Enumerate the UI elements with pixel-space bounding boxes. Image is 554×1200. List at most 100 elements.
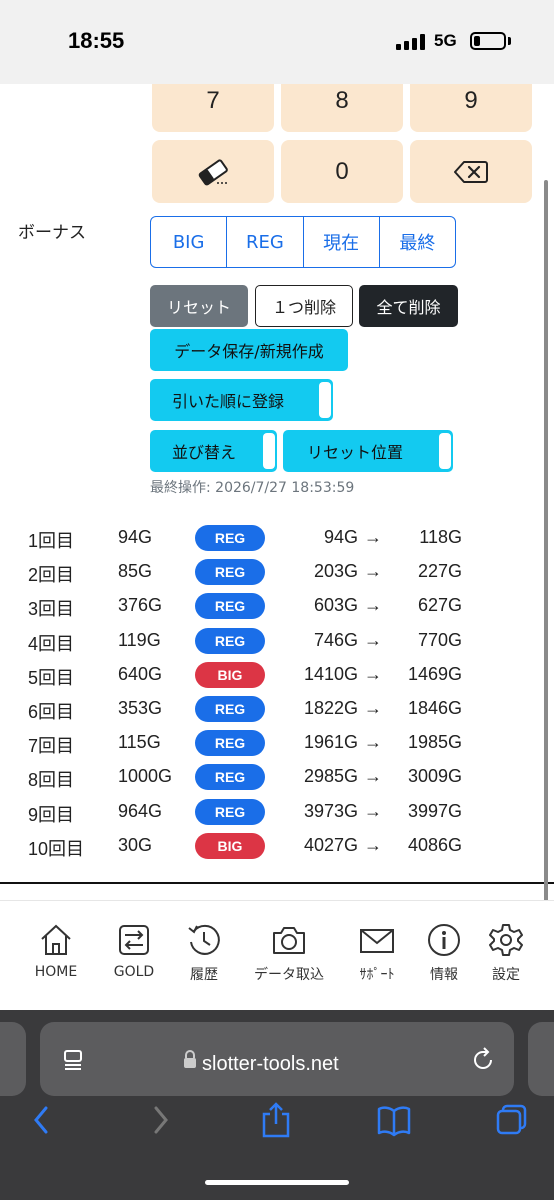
divider	[0, 882, 554, 884]
bonus-count: 5回目	[28, 667, 75, 688]
end-games: 1985G	[407, 732, 462, 753]
bonus-type-badge: BIG	[195, 832, 265, 859]
games-since-last: 115G	[118, 732, 161, 753]
history-row[interactable]: 5回目 640G BIG 1410G → 1469G	[28, 659, 548, 693]
bonus-big-button[interactable]: BIG	[151, 217, 228, 267]
arrow: →	[364, 732, 382, 753]
next-tab-preview[interactable]	[528, 1022, 554, 1096]
key-9[interactable]: 9	[410, 84, 532, 132]
start-games: 1961G	[303, 732, 358, 753]
history-row[interactable]: 6回目 353G REG 1822G → 1846G	[28, 693, 548, 727]
eraser-key[interactable]	[152, 140, 274, 203]
tab-label: データ取込	[254, 967, 324, 983]
start-games: 94G	[323, 527, 358, 547]
key-0[interactable]: 0	[281, 140, 403, 203]
bonus-type-badge: BIG	[195, 661, 265, 688]
arrow: →	[364, 561, 382, 582]
toggle-knob	[439, 433, 451, 469]
tab-label: GOLD	[113, 964, 155, 980]
register-order-toggle[interactable]: 引いた順に登録	[150, 379, 333, 421]
tab-label: ｻﾎﾟｰﾄ	[359, 967, 395, 983]
arrow: →	[364, 766, 382, 787]
share-icon[interactable]	[260, 1102, 292, 1138]
lock-icon	[184, 1050, 196, 1068]
status-time: 18:55	[68, 28, 125, 53]
previous-tab-preview[interactable]	[0, 1022, 26, 1096]
arrow: →	[364, 527, 382, 547]
history-row[interactable]: 4回目 119G REG 746G → 770G	[28, 625, 548, 659]
exchange-icon	[119, 925, 149, 955]
toggle-knob	[319, 382, 331, 418]
back-icon[interactable]	[30, 1102, 52, 1138]
bonus-count: 4回目	[28, 633, 75, 654]
bookmarks-icon[interactable]	[376, 1102, 412, 1138]
sort-toggle[interactable]: 並び替え	[150, 430, 277, 472]
games-since-last: 353G	[118, 698, 163, 718]
tab-label: HOME	[34, 964, 78, 980]
bonus-count: 6回目	[28, 702, 75, 722]
tabs-icon[interactable]	[494, 1102, 530, 1138]
key-8[interactable]: 8	[281, 84, 403, 132]
key-7[interactable]: 7	[152, 84, 274, 132]
reset-button[interactable]: リセット	[150, 285, 248, 327]
bonus-count: 1回目	[28, 531, 75, 551]
tab-label: 履歴	[190, 967, 218, 983]
backspace-icon	[454, 160, 488, 183]
tab-settings[interactable]: 設定	[476, 922, 536, 992]
home-icon	[41, 924, 71, 955]
bonus-type-badge: REG	[195, 627, 265, 654]
tab-home[interactable]: HOME	[26, 922, 86, 992]
history-row[interactable]: 8回目 1000G REG 2985G → 3009G	[28, 761, 548, 795]
history-row[interactable]: 10回目 30G BIG 4027G → 4086G	[28, 830, 548, 864]
tab-support[interactable]: ｻﾎﾟｰﾄ	[347, 922, 407, 992]
delete-all-button[interactable]: 全て削除	[359, 285, 458, 327]
reader-icon[interactable]	[62, 1048, 86, 1072]
delete-one-button[interactable]: １つ削除	[255, 285, 353, 327]
end-games: 227G	[417, 561, 462, 582]
bonus-type-badge: REG	[195, 525, 265, 551]
home-indicator	[205, 1180, 349, 1185]
forward-icon[interactable]	[150, 1102, 172, 1138]
start-games: 4027G	[303, 834, 358, 855]
bonus-reg-button[interactable]: REG	[227, 217, 304, 267]
tab-gold[interactable]: GOLD	[104, 922, 164, 992]
bonus-last-button[interactable]: 最終	[380, 217, 455, 267]
history-row[interactable]: 9回目 964G REG 3973G → 3997G	[28, 796, 548, 830]
tab-info[interactable]: 情報	[414, 922, 474, 992]
end-games: 3009G	[407, 766, 462, 787]
games-since-last: 640G	[118, 663, 163, 684]
bonus-type-badge: REG	[195, 764, 265, 791]
tab-history[interactable]: 履歴	[174, 922, 234, 992]
reset-position-label: リセット位置	[307, 443, 404, 462]
tab-data-import[interactable]: データ取込	[246, 922, 332, 992]
status-bar: 18:55 5G	[0, 0, 554, 84]
history-row[interactable]: 3回目 376G REG 603G → 627G	[28, 590, 548, 624]
games-since-last: 1000G	[118, 766, 173, 787]
scrollbar[interactable]	[544, 180, 548, 1020]
address-bar[interactable]: slotter-tools.net	[40, 1022, 514, 1096]
bonus-selector: BIG REG 現在 最終	[150, 216, 456, 268]
backspace-key[interactable]	[410, 140, 532, 203]
mail-icon	[360, 929, 394, 953]
main-content: 7 8 9 0 ボーナス BIG REG 現在 最終 リセット １つ削除 全て削…	[0, 84, 554, 900]
battery-icon	[470, 32, 506, 50]
arrow: →	[364, 595, 382, 616]
eraser-icon	[198, 158, 228, 185]
arrow: →	[364, 629, 382, 650]
arrow: →	[364, 698, 382, 718]
end-games: 1846G	[407, 698, 462, 718]
signal-icon	[396, 34, 426, 50]
start-games: 746G	[313, 629, 358, 650]
end-games: 627G	[417, 595, 462, 616]
history-row[interactable]: 1回目 94G REG 94G → 118G	[28, 522, 548, 556]
history-row[interactable]: 2回目 85G REG 203G → 227G	[28, 556, 548, 590]
bonus-count: 8回目	[28, 770, 75, 791]
bonus-type-badge: REG	[195, 559, 265, 586]
games-since-last: 964G	[118, 800, 163, 821]
save-new-button[interactable]: データ保存/新規作成	[150, 329, 348, 371]
reset-position-toggle[interactable]: リセット位置	[283, 430, 453, 472]
bonus-current-button[interactable]: 現在	[304, 217, 380, 267]
history-row[interactable]: 7回目 115G REG 1961G → 1985G	[28, 727, 548, 761]
reload-icon[interactable]	[470, 1047, 496, 1073]
games-since-last: 30G	[118, 834, 153, 855]
